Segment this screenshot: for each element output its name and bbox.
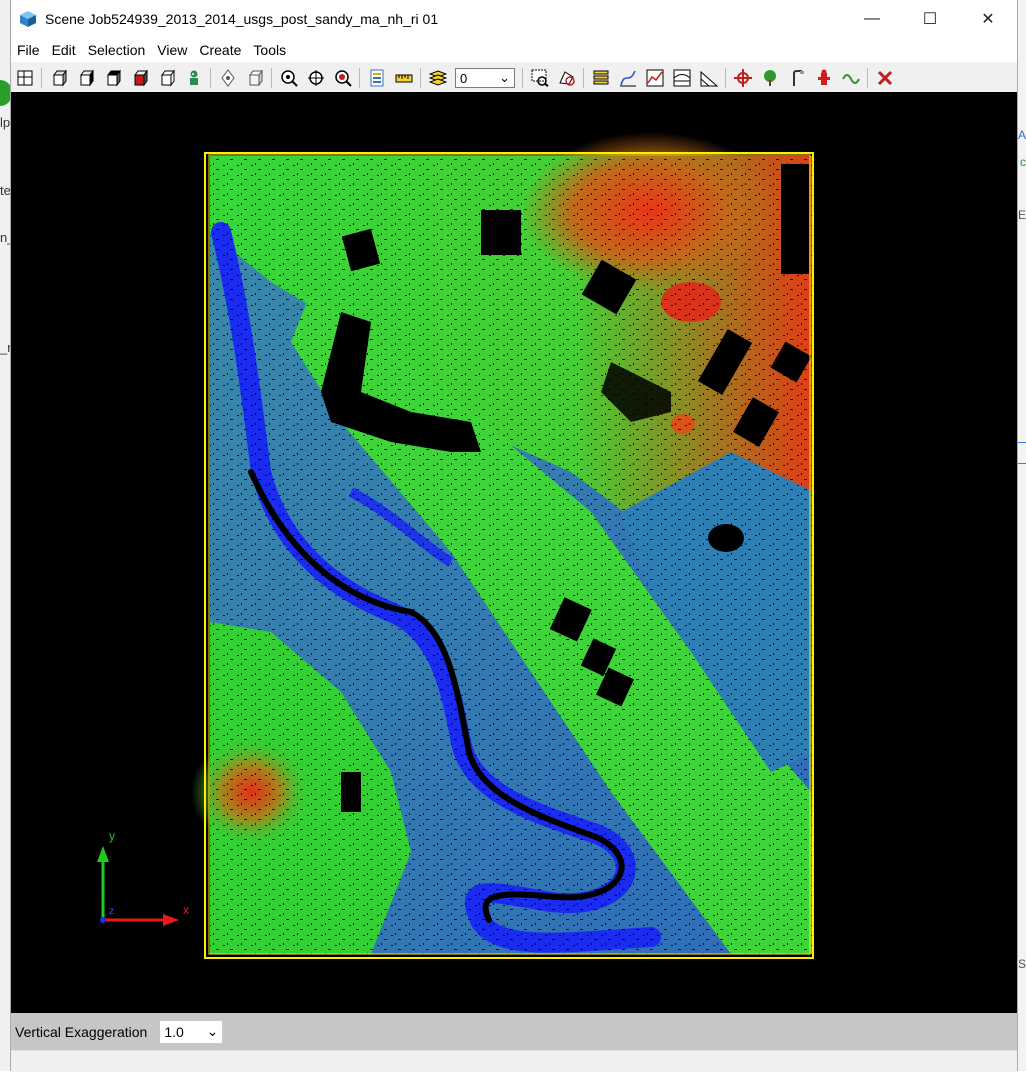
title-bar[interactable]: Scene Job524939_2013_2014_usgs_post_sand…: [11, 0, 1017, 38]
scene-viewport[interactable]: y x z: [11, 92, 1017, 1013]
rotate-icon[interactable]: [217, 67, 239, 89]
zoom-target-icon[interactable]: [332, 67, 354, 89]
menu-view[interactable]: View: [151, 42, 193, 58]
ruler-icon[interactable]: [393, 67, 415, 89]
point-noise: [210, 156, 814, 954]
cube-red-icon[interactable]: [129, 67, 151, 89]
separator: [583, 68, 584, 88]
separator: [41, 68, 42, 88]
pole-icon[interactable]: [786, 67, 808, 89]
axis-y-label: y: [109, 829, 115, 843]
scene-window: Scene Job524939_2013_2014_usgs_post_sand…: [10, 0, 1018, 1072]
hydrant-icon[interactable]: [813, 67, 835, 89]
select-poly-icon[interactable]: [556, 67, 578, 89]
menu-create[interactable]: Create: [193, 42, 247, 58]
stack-icon[interactable]: [590, 67, 612, 89]
window-bottom-edge: [11, 1050, 1017, 1072]
layer-dropdown-value: 0: [460, 70, 468, 86]
separator: [359, 68, 360, 88]
document-icon[interactable]: [366, 67, 388, 89]
menu-file[interactable]: File: [11, 42, 46, 58]
bg-text: lp: [0, 115, 11, 130]
robot-icon[interactable]: [183, 67, 205, 89]
chevron-down-icon: ⌄: [499, 70, 510, 85]
layers-icon[interactable]: [427, 67, 449, 89]
cube-front-icon[interactable]: [48, 67, 70, 89]
vertical-exaggeration-label: Vertical Exaggeration: [15, 1023, 148, 1040]
zoom-icon[interactable]: [278, 67, 300, 89]
menu-edit[interactable]: Edit: [46, 42, 82, 58]
bg-text: E: [1017, 208, 1026, 222]
point-cloud-scene: y x z: [97, 132, 814, 959]
cube-iso-icon[interactable]: [156, 67, 178, 89]
axis-z-label: z: [109, 906, 114, 917]
menu-bar: File Edit Selection View Create Tools: [11, 38, 1017, 62]
menu-selection[interactable]: Selection: [82, 42, 152, 58]
minimize-button[interactable]: —: [843, 0, 901, 38]
close-red-icon[interactable]: [874, 67, 896, 89]
window-title: Scene Job524939_2013_2014_usgs_post_sand…: [45, 11, 439, 27]
axis-gizmo: y x z: [97, 829, 189, 926]
target-icon[interactable]: [732, 67, 754, 89]
cube-top-icon[interactable]: [102, 67, 124, 89]
axis-x-label: x: [183, 903, 189, 917]
status-bar: Vertical Exaggeration 1.0 ⌄: [11, 1013, 1017, 1050]
bg-text: A: [1017, 128, 1026, 142]
separator: [420, 68, 421, 88]
profile-icon[interactable]: [617, 67, 639, 89]
layout-icon[interactable]: [14, 67, 36, 89]
vertical-exaggeration-value: 1.0: [164, 1023, 184, 1040]
toolbar: 0 ⌄: [11, 64, 1017, 92]
separator: [210, 68, 211, 88]
select-rect-icon[interactable]: [529, 67, 551, 89]
pan-icon[interactable]: [305, 67, 327, 89]
vertical-exaggeration-select[interactable]: 1.0 ⌄: [159, 1019, 224, 1044]
bg-text: c: [1020, 155, 1026, 169]
layer-dropdown[interactable]: 0 ⌄: [455, 68, 515, 88]
cube-outline-icon[interactable]: [244, 67, 266, 89]
maximize-button[interactable]: ☐: [901, 0, 959, 38]
cross-section-icon[interactable]: [671, 67, 693, 89]
separator: [522, 68, 523, 88]
separator: [271, 68, 272, 88]
close-button[interactable]: ✕: [959, 0, 1017, 38]
wave-icon[interactable]: [840, 67, 862, 89]
slope-icon[interactable]: [698, 67, 720, 89]
tree-icon[interactable]: [759, 67, 781, 89]
line-chart-icon[interactable]: [644, 67, 666, 89]
separator: [725, 68, 726, 88]
bg-text: S: [1017, 957, 1026, 971]
chevron-down-icon: ⌄: [206, 1023, 219, 1039]
menu-tools[interactable]: Tools: [247, 42, 292, 58]
app-cube-icon: [19, 10, 37, 28]
cube-side-icon[interactable]: [75, 67, 97, 89]
separator: [867, 68, 868, 88]
